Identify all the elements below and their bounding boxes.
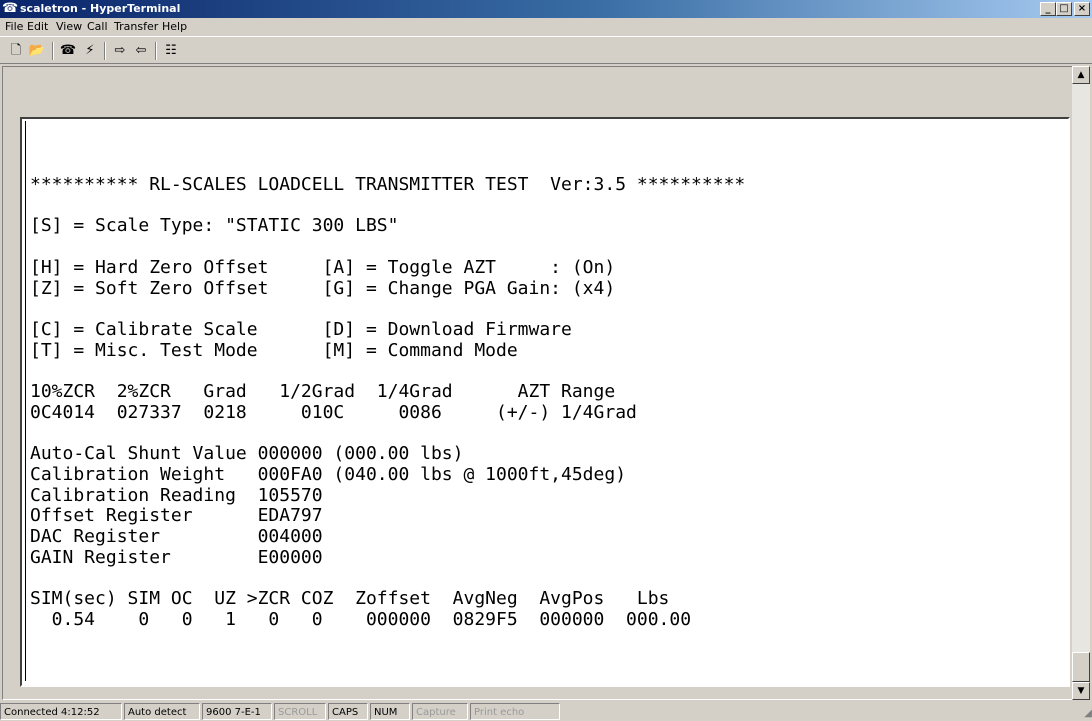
terminal-line: 10%ZCR 2%ZCR Grad 1/2Grad 1/4Grad AZT Ra… — [30, 381, 616, 403]
terminal-line: DAC Register 004000 — [30, 525, 323, 547]
menu-help[interactable]: Help — [162, 18, 187, 36]
disconnect-icon[interactable]: ⚡ — [80, 41, 100, 61]
toolbar-separator — [52, 42, 54, 60]
minimize-button[interactable]: _ — [1040, 2, 1056, 16]
send-icon[interactable]: ⇨ — [110, 41, 130, 61]
terminal-line: 0C4014 027337 0218 010C 0086 (+/-) 1/4Gr… — [30, 401, 637, 423]
toolbar-separator — [155, 42, 157, 60]
status-port-settings: 9600 7-E-1 — [202, 703, 272, 720]
vertical-scrollbar[interactable]: ▲ ▼ — [1072, 66, 1090, 700]
close-button[interactable]: × — [1074, 2, 1090, 16]
terminal-line: [Z] = Soft Zero Offset [G] = Change PGA … — [30, 277, 616, 299]
terminal-line: Offset Register EDA797 — [30, 505, 323, 527]
toolbar: 🗋 📂 ☎ ⚡ ⇨ ⇦ ☷ — [0, 36, 1092, 64]
scrollbar-thumb[interactable] — [1072, 652, 1090, 682]
window-title: scaletron - HyperTerminal — [20, 2, 181, 15]
menu-transfer[interactable]: Transfer — [114, 18, 158, 36]
menu-view[interactable]: View — [56, 18, 82, 36]
status-num: NUM — [370, 703, 410, 720]
status-capture: Capture — [412, 703, 468, 720]
terminal-output: ********** RL-SCALES LOADCELL TRANSMITTE… — [30, 174, 746, 630]
new-icon[interactable]: 🗋 — [6, 41, 26, 61]
connect-icon[interactable]: ☎ — [58, 41, 78, 61]
terminal-margin — [25, 121, 29, 681]
terminal-line: [C] = Calibrate Scale [D] = Download Fir… — [30, 318, 572, 340]
terminal-line: Calibration Reading 105570 — [30, 484, 323, 506]
terminal-line: Calibration Weight 000FA0 (040.00 lbs @ … — [30, 463, 627, 485]
title-bar: ☎ scaletron - HyperTerminal _ □ × — [0, 0, 1092, 18]
status-caps: CAPS — [328, 703, 368, 720]
terminal-line: Auto-Cal Shunt Value 000000 (000.00 lbs) — [30, 443, 464, 465]
window-controls: _ □ × — [1040, 2, 1090, 16]
status-bar: Connected 4:12:52 Auto detect 9600 7-E-1… — [0, 701, 1092, 721]
menu-call[interactable]: Call — [87, 18, 108, 36]
status-print-echo: Print echo — [470, 703, 560, 720]
scroll-up-arrow-icon[interactable]: ▲ — [1072, 66, 1090, 84]
resize-grip-icon[interactable]: ◢ — [1078, 707, 1092, 721]
open-icon[interactable]: 📂 — [27, 41, 47, 61]
terminal-screen[interactable]: ********** RL-SCALES LOADCELL TRANSMITTE… — [20, 117, 1070, 687]
receive-icon[interactable]: ⇦ — [131, 41, 151, 61]
toolbar-separator — [104, 42, 106, 60]
status-connection-time: Connected 4:12:52 — [0, 703, 122, 720]
terminal-line: [S] = Scale Type: "STATIC 300 LBS" — [30, 215, 399, 237]
properties-icon[interactable]: ☷ — [161, 41, 181, 61]
menu-bar: File Edit View Call Transfer Help — [0, 18, 1092, 36]
status-scroll: SCROLL — [274, 703, 326, 720]
menu-edit[interactable]: Edit — [27, 18, 48, 36]
terminal-line: GAIN Register E00000 — [30, 546, 323, 568]
terminal-line: SIM(sec) SIM OC UZ >ZCR COZ Zoffset AvgN… — [30, 588, 670, 610]
status-detect: Auto detect — [124, 703, 200, 720]
terminal-line: [T] = Misc. Test Mode [M] = Command Mode — [30, 339, 518, 361]
maximize-button[interactable]: □ — [1056, 2, 1072, 16]
scroll-down-arrow-icon[interactable]: ▼ — [1072, 682, 1090, 700]
terminal-line: ********** RL-SCALES LOADCELL TRANSMITTE… — [30, 174, 746, 195]
menu-file[interactable]: File — [5, 18, 23, 36]
terminal-line: [H] = Hard Zero Offset [A] = Toggle AZT … — [30, 256, 616, 278]
hyperterminal-app-icon[interactable]: ☎ — [2, 1, 18, 17]
terminal-line: 0.54 0 0 1 0 0 000000 0829F5 000000 000.… — [30, 608, 692, 630]
